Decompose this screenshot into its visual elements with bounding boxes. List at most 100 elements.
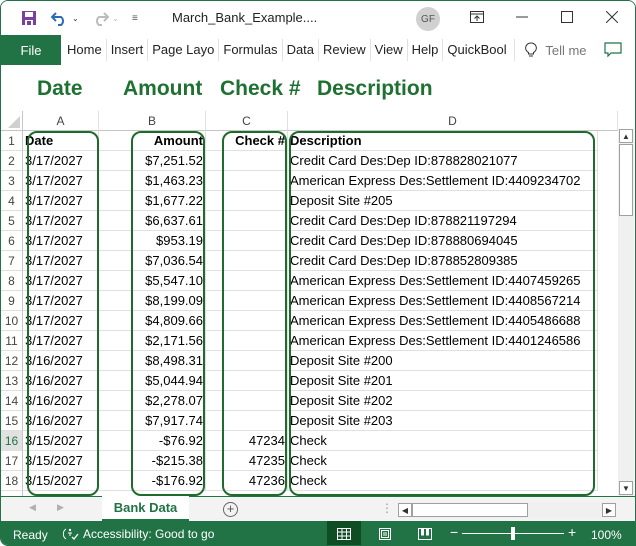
cell-date[interactable]: 3/15/2027 <box>23 431 99 451</box>
redo-dropdown-icon[interactable]: ⌄ <box>112 7 119 29</box>
cell-date[interactable]: 3/17/2027 <box>23 251 99 271</box>
tab-view[interactable]: View <box>371 39 408 61</box>
cell-check-number[interactable]: 47235 <box>206 451 288 471</box>
accessibility-status[interactable]: Accessibility: Good to go <box>63 527 214 541</box>
row-header[interactable]: 2 <box>1 151 23 171</box>
zoom-in-button[interactable]: + <box>568 524 576 540</box>
cell-check-number[interactable] <box>206 171 288 191</box>
cell-date[interactable]: 3/17/2027 <box>23 271 99 291</box>
cell-check-number[interactable] <box>206 251 288 271</box>
cell-check-number[interactable] <box>206 231 288 251</box>
cell-amount[interactable]: $5,547.10 <box>99 271 206 291</box>
cell-amount[interactable]: $1,463.23 <box>99 171 206 191</box>
cell-date[interactable]: 3/16/2027 <box>23 371 99 391</box>
next-sheet-icon[interactable]: ▶ <box>57 502 64 513</box>
cell-description[interactable]: American Express Des:Settlement ID:44074… <box>288 271 598 291</box>
previous-sheet-icon[interactable]: ◀ <box>29 502 36 513</box>
cell-date[interactable]: 3/17/2027 <box>23 231 99 251</box>
spreadsheet-grid[interactable]: A B C D 1 Date Amount Check # Descriptio… <box>1 111 618 496</box>
cell-header-description[interactable]: Description <box>288 131 598 151</box>
column-header-b[interactable]: B <box>99 111 206 131</box>
tab-home[interactable]: Home <box>63 39 107 61</box>
cell-description[interactable]: Credit Card Des:Dep ID:878880694045 <box>288 231 598 251</box>
cell-check-number[interactable] <box>206 211 288 231</box>
cell-description[interactable]: Credit Card Des:Dep ID:878821197294 <box>288 211 598 231</box>
cell-amount[interactable]: $953.19 <box>99 231 206 251</box>
cell-check-number[interactable] <box>206 351 288 371</box>
cell-description[interactable]: Check <box>288 451 598 471</box>
cell-description[interactable]: Deposit Site #205 <box>288 191 598 211</box>
cell-check-number[interactable] <box>206 271 288 291</box>
scroll-right-icon[interactable]: ▶ <box>602 503 616 517</box>
cell-amount[interactable]: $8,199.09 <box>99 291 206 311</box>
tab-formulas[interactable]: Formulas <box>219 39 283 61</box>
tab-page-layout[interactable]: Page Layo <box>148 39 220 61</box>
row-header[interactable]: 15 <box>1 411 23 431</box>
row-header[interactable]: 7 <box>1 251 23 271</box>
row-header[interactable]: 14 <box>1 391 23 411</box>
cell-amount[interactable]: $2,171.56 <box>99 331 206 351</box>
sheet-tab-bank-data[interactable]: Bank Data <box>102 496 189 521</box>
cell-amount[interactable]: $2,278.07 <box>99 391 206 411</box>
tab-help[interactable]: Help <box>408 39 444 61</box>
cell-amount[interactable]: $7,036.54 <box>99 251 206 271</box>
cell-description[interactable]: Credit Card Des:Dep ID:878828021077 <box>288 151 598 171</box>
vertical-scroll-thumb[interactable] <box>619 144 633 216</box>
column-header-a[interactable]: A <box>23 111 99 131</box>
ribbon-display-options-icon[interactable] <box>462 5 492 29</box>
cell-date[interactable]: 3/15/2027 <box>23 471 99 491</box>
cell-amount[interactable]: $4,809.66 <box>99 311 206 331</box>
row-header[interactable]: 9 <box>1 291 23 311</box>
row-header[interactable]: 4 <box>1 191 23 211</box>
cell-amount[interactable]: -$176.92 <box>99 471 206 491</box>
cell-date[interactable]: 3/16/2027 <box>23 391 99 411</box>
zoom-slider[interactable]: − + <box>450 524 580 541</box>
cell-amount[interactable]: $6,637.61 <box>99 211 206 231</box>
page-break-preview-icon[interactable] <box>408 521 442 545</box>
cell-amount[interactable]: $8,498.31 <box>99 351 206 371</box>
undo-icon[interactable] <box>51 7 69 29</box>
cell-description[interactable]: Deposit Site #202 <box>288 391 598 411</box>
cell-check-number[interactable] <box>206 391 288 411</box>
cell-description[interactable]: American Express Des:Settlement ID:44012… <box>288 331 598 351</box>
page-layout-view-icon[interactable] <box>368 521 402 545</box>
cell-amount[interactable]: -$215.38 <box>99 451 206 471</box>
cell-date[interactable]: 3/17/2027 <box>23 311 99 331</box>
cell-description[interactable]: Credit Card Des:Dep ID:878852809385 <box>288 251 598 271</box>
user-avatar[interactable]: GF <box>416 7 440 31</box>
row-header[interactable]: 10 <box>1 311 23 331</box>
normal-view-icon[interactable] <box>327 521 361 545</box>
cell-check-number[interactable] <box>206 371 288 391</box>
cell-description[interactable]: Deposit Site #203 <box>288 411 598 431</box>
row-header[interactable]: 12 <box>1 351 23 371</box>
cell-check-number[interactable] <box>206 151 288 171</box>
tab-review[interactable]: Review <box>319 39 371 61</box>
tab-data[interactable]: Data <box>283 39 320 61</box>
tab-quickbooks[interactable]: QuickBool <box>443 39 516 61</box>
row-header[interactable]: 5 <box>1 211 23 231</box>
tab-file[interactable]: File <box>1 35 61 65</box>
cell-date[interactable]: 3/17/2027 <box>23 291 99 311</box>
close-icon[interactable] <box>597 5 627 29</box>
tab-insert[interactable]: Insert <box>107 39 149 61</box>
cell-date[interactable]: 3/17/2027 <box>23 191 99 211</box>
scroll-down-icon[interactable]: ▼ <box>619 481 633 495</box>
scroll-left-icon[interactable]: ◀ <box>398 503 412 517</box>
cell-date[interactable]: 3/16/2027 <box>23 411 99 431</box>
cell-amount[interactable]: $7,251.52 <box>99 151 206 171</box>
cell-description[interactable]: American Express Des:Settlement ID:44092… <box>288 171 598 191</box>
cell-date[interactable]: 3/17/2027 <box>23 171 99 191</box>
comments-icon[interactable] <box>604 42 622 58</box>
split-handle-icon[interactable]: ⋮ <box>381 501 393 515</box>
cell-header-date[interactable]: Date <box>23 131 99 151</box>
row-header[interactable]: 17 <box>1 451 23 471</box>
cell-header-amount[interactable]: Amount <box>99 131 206 151</box>
add-sheet-icon[interactable]: + <box>223 502 238 517</box>
cell-check-number[interactable] <box>206 291 288 311</box>
row-header[interactable]: 18 <box>1 471 23 491</box>
scroll-up-icon[interactable]: ▲ <box>619 129 633 143</box>
row-header[interactable]: 13 <box>1 371 23 391</box>
save-icon[interactable] <box>21 7 37 29</box>
cell-amount[interactable]: -$76.92 <box>99 431 206 451</box>
zoom-level[interactable]: 100% <box>591 528 622 542</box>
